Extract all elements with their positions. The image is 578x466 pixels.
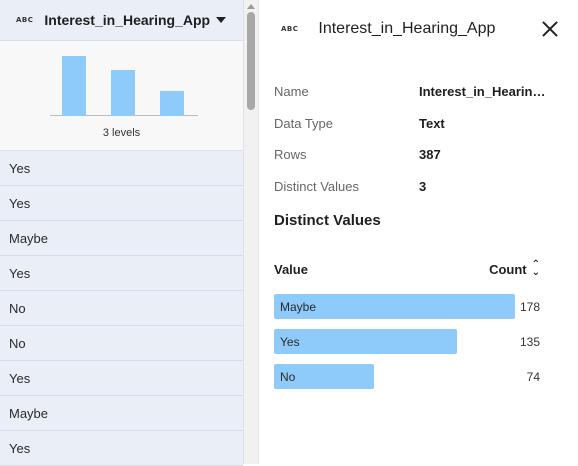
property-value: Text bbox=[419, 115, 445, 131]
text-type-icon: ABC bbox=[281, 25, 299, 33]
property-name: Name Interest_in_Hearing_App bbox=[274, 76, 564, 108]
table-row[interactable]: Yes bbox=[0, 361, 243, 396]
scrollbar-thumb[interactable] bbox=[247, 12, 255, 110]
distinct-value-count: 135 bbox=[519, 334, 540, 349]
distinct-value-bar: Yes bbox=[274, 329, 457, 354]
column-header[interactable]: ABC Interest_in_Hearing_App bbox=[0, 0, 243, 41]
properties-list: Name Interest_in_Hearing_App Data Type T… bbox=[274, 76, 564, 202]
distinct-value-row[interactable]: Yes 135 bbox=[274, 329, 544, 364]
distinct-value-count: 178 bbox=[519, 299, 540, 314]
distinct-values-list: Maybe 178 Yes 135 No 74 bbox=[274, 294, 544, 399]
table-row[interactable]: Maybe bbox=[0, 396, 243, 431]
property-value: 3 bbox=[419, 178, 427, 194]
property-label: Data Type bbox=[274, 115, 334, 131]
distinct-values-header: Value Count ⌃ ⌄ bbox=[274, 259, 540, 279]
panel-title: Interest_in_Hearing_App bbox=[318, 20, 496, 37]
property-value: 387 bbox=[419, 147, 441, 163]
property-label: Rows bbox=[274, 147, 307, 163]
mini-histogram-bar bbox=[160, 91, 184, 116]
close-icon[interactable] bbox=[542, 21, 558, 37]
distinct-value-row[interactable]: Maybe 178 bbox=[274, 294, 544, 329]
distinct-value-bar: No bbox=[274, 364, 374, 389]
table-row[interactable]: Maybe bbox=[0, 221, 243, 256]
distinct-value-count: 74 bbox=[526, 369, 540, 384]
table-row[interactable]: Yes bbox=[0, 431, 243, 466]
column-rows: Yes Yes Maybe Yes No No Yes Maybe Yes bbox=[0, 151, 243, 466]
text-type-icon: ABC bbox=[16, 16, 34, 24]
count-column-header[interactable]: Count bbox=[489, 262, 527, 277]
distinct-values-heading: Distinct Values bbox=[274, 212, 381, 229]
chevron-down-icon[interactable] bbox=[216, 17, 226, 23]
mini-histogram-bar bbox=[62, 56, 86, 116]
vertical-scrollbar[interactable] bbox=[243, 0, 259, 464]
mini-histogram bbox=[50, 41, 198, 116]
table-row[interactable]: No bbox=[0, 326, 243, 361]
property-data-type: Data Type Text bbox=[274, 108, 564, 140]
sort-icon[interactable]: ⌃ ⌄ bbox=[532, 260, 540, 278]
column-title: Interest_in_Hearing_App bbox=[44, 12, 211, 28]
mini-histogram-bar bbox=[111, 70, 135, 116]
distinct-value-bar: Maybe bbox=[274, 294, 515, 319]
table-row[interactable]: Yes bbox=[0, 151, 243, 186]
property-label: Name bbox=[274, 84, 309, 100]
property-rows: Rows 387 bbox=[274, 139, 564, 171]
column-preview: ABC Interest_in_Hearing_App 3 levels Yes… bbox=[0, 0, 243, 466]
table-row[interactable]: Yes bbox=[0, 186, 243, 221]
value-column-header[interactable]: Value bbox=[274, 262, 489, 277]
column-summary: 3 levels bbox=[0, 41, 243, 151]
column-details-panel: ABC Interest_in_Hearing_App Name Interes… bbox=[259, 0, 578, 464]
levels-count: 3 levels bbox=[102, 127, 141, 139]
property-label: Distinct Values bbox=[274, 178, 360, 194]
property-distinct-values: Distinct Values 3 bbox=[274, 171, 564, 203]
distinct-value-row[interactable]: No 74 bbox=[274, 364, 544, 399]
panel-header: ABC Interest_in_Hearing_App bbox=[259, 0, 578, 58]
table-row[interactable]: No bbox=[0, 291, 243, 326]
scroll-up-arrow-icon[interactable] bbox=[247, 4, 255, 9]
table-row[interactable]: Yes bbox=[0, 256, 243, 291]
property-value: Interest_in_Hearing_App bbox=[419, 84, 549, 100]
